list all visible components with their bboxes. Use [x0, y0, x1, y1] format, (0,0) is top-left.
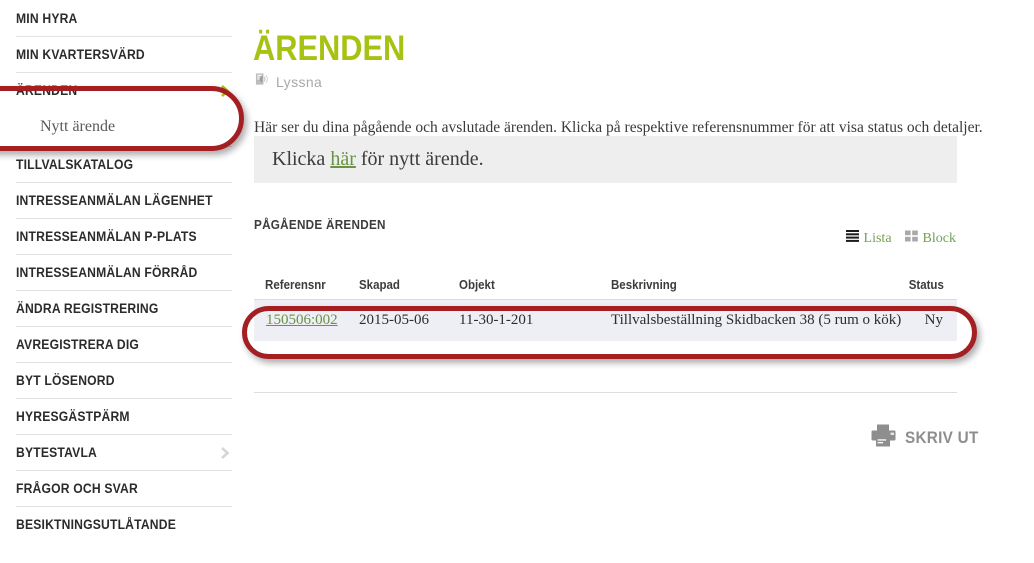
chevron-right-icon: [218, 446, 232, 460]
sidebar-item-label: Intresseanmälan lägenhet: [16, 193, 213, 208]
case-reference-link[interactable]: 150506:002: [266, 312, 338, 328]
cell-beskrivning: Tillvalsbeställning Skidbacken 38 (5 rum…: [611, 299, 902, 341]
sidebar-item-label: Min hyra: [16, 10, 78, 26]
new-case-callout: Klicka här för nytt ärende.: [254, 136, 957, 183]
sidebar-item-label: Avregistrera dig: [16, 337, 140, 352]
column-header-referensnr: Referensnr: [254, 278, 351, 300]
cell-objekt: 11-30-1-201: [459, 299, 611, 341]
sidebar-item-min-hyra[interactable]: Min hyra: [16, 0, 232, 36]
sidebar-item-label: Intresseanmälan förråd: [16, 265, 198, 280]
new-case-link[interactable]: här: [330, 148, 356, 170]
sidebar-item-fragor-och-svar[interactable]: Frågor och svar: [16, 470, 232, 506]
cell-referensnr: 150506:002: [254, 299, 359, 341]
sidebar-item-intresseanmalan-p-plats[interactable]: Intresseanmälan P-plats: [16, 218, 232, 254]
section-heading: Pågående ärenden: [254, 216, 386, 232]
sidebar-subitem-label: Nytt ärende: [40, 118, 116, 135]
sidebar-item-besiktningsutlatande[interactable]: Besiktningsutlåtande: [16, 506, 232, 542]
cell-skapad: 2015-05-06: [359, 299, 459, 341]
page-root: Min hyra Min kvartersvärd Ärenden Nytt ären…: [0, 0, 1034, 563]
callout-suffix: för nytt ärende.: [355, 148, 484, 170]
sidebar-item-byt-losenord[interactable]: Byt lösenord: [16, 362, 232, 398]
table-row[interactable]: 150506:002 2015-05-06 11-30-1-201 Tillva…: [254, 299, 957, 341]
column-header-beskrivning: Beskrivning: [611, 278, 879, 300]
cases-table-head: Referensnr Skapad Objekt Beskrivning Sta…: [254, 278, 957, 300]
block-view-icon: [904, 230, 918, 247]
sidebar-item-label: Ändra registrering: [16, 301, 159, 316]
sidebar-item-label: Min kvartersvärd: [16, 47, 145, 62]
listen-label: Lyssna: [276, 74, 323, 90]
view-mode-block-label: Block: [922, 230, 956, 246]
table-header-row: Referensnr Skapad Objekt Beskrivning Sta…: [254, 278, 957, 300]
sidebar-item-arenden[interactable]: Ärenden: [16, 72, 232, 108]
sidebar-item-intresseanmalan-lagenhet[interactable]: Intresseanmälan lägenhet: [16, 182, 232, 218]
listen-button[interactable]: Lyssna: [255, 72, 322, 92]
callout-text: Klicka här för nytt ärende.: [272, 148, 484, 171]
printer-icon: [871, 424, 896, 452]
sidebar-item-label: Frågor och svar: [16, 481, 138, 496]
sidebar-item-label: Byt lösenord: [16, 373, 115, 388]
sidebar-item-label: Besiktningsutlåtande: [16, 517, 176, 532]
sidebar-subitem-nytt-arende[interactable]: Nytt ärende: [16, 108, 232, 146]
sidebar-item-tillvalskatalog[interactable]: Tillvalskatalog: [16, 146, 232, 182]
callout-prefix: Klicka: [272, 148, 331, 170]
list-view-icon: [845, 230, 859, 247]
chevron-right-icon: [218, 84, 232, 98]
sidebar-item-avregistrera-dig[interactable]: Avregistrera dig: [16, 326, 232, 362]
view-mode-block[interactable]: Block: [904, 230, 956, 247]
intro-text: Här ser du dina pågående och avslutade ä…: [254, 118, 983, 136]
speaker-icon: [255, 72, 270, 92]
column-header-skapad: Skapad: [359, 278, 451, 300]
main-content: Ärenden Lyssna Här ser du dina pågående …: [253, 0, 1034, 563]
sidebar-item-label: Tillvalskatalog: [16, 157, 134, 172]
sidebar-item-label: Intresseanmälan P-plats: [16, 229, 197, 244]
sidebar-item-min-kvartersvard[interactable]: Min kvartersvärd: [16, 36, 232, 72]
column-header-status: Status: [905, 278, 957, 300]
sidebar-navigation: Min hyra Min kvartersvärd Ärenden Nytt ären…: [0, 0, 250, 563]
sidebar-item-bytestavla[interactable]: Bytestavla: [16, 434, 232, 470]
view-mode-toggle: Lista Block: [845, 230, 956, 247]
column-header-objekt: Objekt: [459, 278, 599, 300]
view-mode-list-label: Lista: [863, 230, 892, 246]
cases-table: Referensnr Skapad Objekt Beskrivning Sta…: [254, 278, 957, 341]
content-divider: [254, 392, 957, 393]
page-title: Ärenden: [253, 29, 406, 69]
sidebar-item-label: Bytestavla: [16, 445, 98, 460]
sidebar-item-label: Ärenden: [16, 83, 78, 98]
sidebar-item-andra-registrering[interactable]: Ändra registrering: [16, 290, 232, 326]
sidebar-item-intresseanmalan-forrad[interactable]: Intresseanmälan förråd: [16, 254, 232, 290]
sidebar-item-hyresgastparm[interactable]: Hyresgästpärm: [16, 398, 232, 434]
print-label: Skriv ut: [905, 428, 979, 447]
print-button[interactable]: Skriv ut: [871, 424, 987, 452]
sidebar-item-label: Hyresgästpärm: [16, 409, 130, 424]
cases-table-body: 150506:002 2015-05-06 11-30-1-201 Tillva…: [254, 299, 957, 341]
cell-status: Ny: [901, 299, 957, 341]
view-mode-list[interactable]: Lista: [845, 230, 892, 247]
